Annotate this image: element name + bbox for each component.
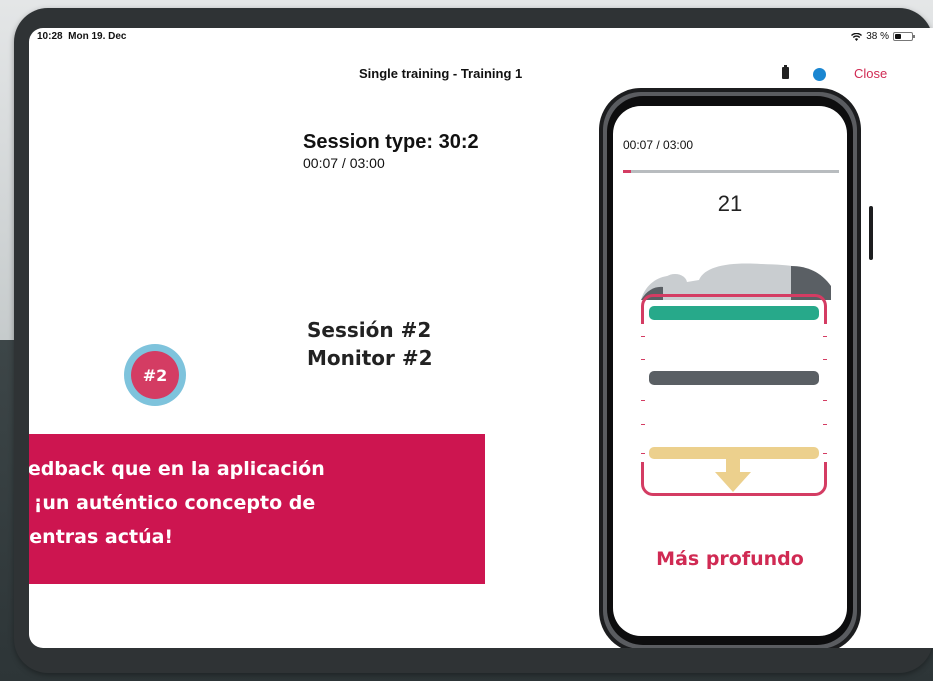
step-badge: #2 (124, 344, 186, 406)
session-elapsed: 00:07 / 03:00 (303, 155, 385, 171)
monitor-number-label: Monitor #2 (307, 346, 433, 370)
depth-tick (641, 400, 645, 401)
session-type-label: Session type: 30:2 (303, 131, 479, 153)
banner-line-2: h®: ¡un auténtico concepto de (29, 492, 316, 514)
depth-tick (823, 424, 827, 425)
depth-tick (823, 400, 827, 401)
depth-instruction: Más profundo (656, 548, 804, 570)
depth-tick (641, 453, 645, 454)
compression-count: 21 (717, 191, 743, 216)
close-button[interactable]: Close (854, 66, 887, 81)
phone-side-button (869, 206, 873, 260)
depth-tick (641, 424, 645, 425)
depth-tick (823, 453, 827, 454)
depth-tick (823, 359, 827, 360)
device-status-dot (813, 68, 826, 81)
depth-tick (641, 336, 645, 337)
step-badge-label: #2 (131, 351, 179, 399)
status-right: 38 % (851, 31, 915, 42)
battery-icon (893, 32, 915, 41)
session-monitor-overlay: Sessión #2 Monitor #2 (307, 316, 433, 372)
promo-banner: o feedback que en la aplicación h®: ¡un … (29, 434, 485, 584)
status-clock: 10:28 (37, 31, 63, 42)
banner-line-3: r mientras actúa! (29, 526, 174, 548)
depth-tick (641, 359, 645, 360)
device-battery-icon (782, 65, 789, 79)
depth-bar-good (649, 306, 819, 320)
phone-progress-fill (623, 170, 632, 173)
depth-bar-current (649, 371, 819, 385)
nav-title: Single training - Training 1 (359, 66, 523, 81)
tablet-screen: 10:28 Mon 19. Dec 38 % Single training -… (29, 28, 933, 648)
banner-line-1: o feedback que en la aplicación (29, 458, 325, 480)
wifi-icon (851, 32, 863, 41)
status-date: Mon 19. Dec (68, 31, 127, 42)
promo-banner-text: o feedback que en la aplicación h®: ¡un … (29, 452, 325, 554)
status-bar: 10:28 Mon 19. Dec 38 % (37, 31, 915, 45)
battery-percent: 38 % (866, 31, 889, 42)
phone-mockup: 00:07 / 03:00 21 Más profundo (599, 88, 861, 648)
phone-screen: 00:07 / 03:00 21 Más profundo (613, 106, 847, 636)
status-time: 10:28 Mon 19. Dec (37, 31, 127, 42)
phone-progress-bar (623, 170, 839, 173)
phone-elapsed: 00:07 / 03:00 (623, 138, 694, 152)
depth-frame-bottom (641, 462, 827, 496)
session-number-label: Sessión #2 (307, 318, 432, 342)
depth-tick (823, 336, 827, 337)
